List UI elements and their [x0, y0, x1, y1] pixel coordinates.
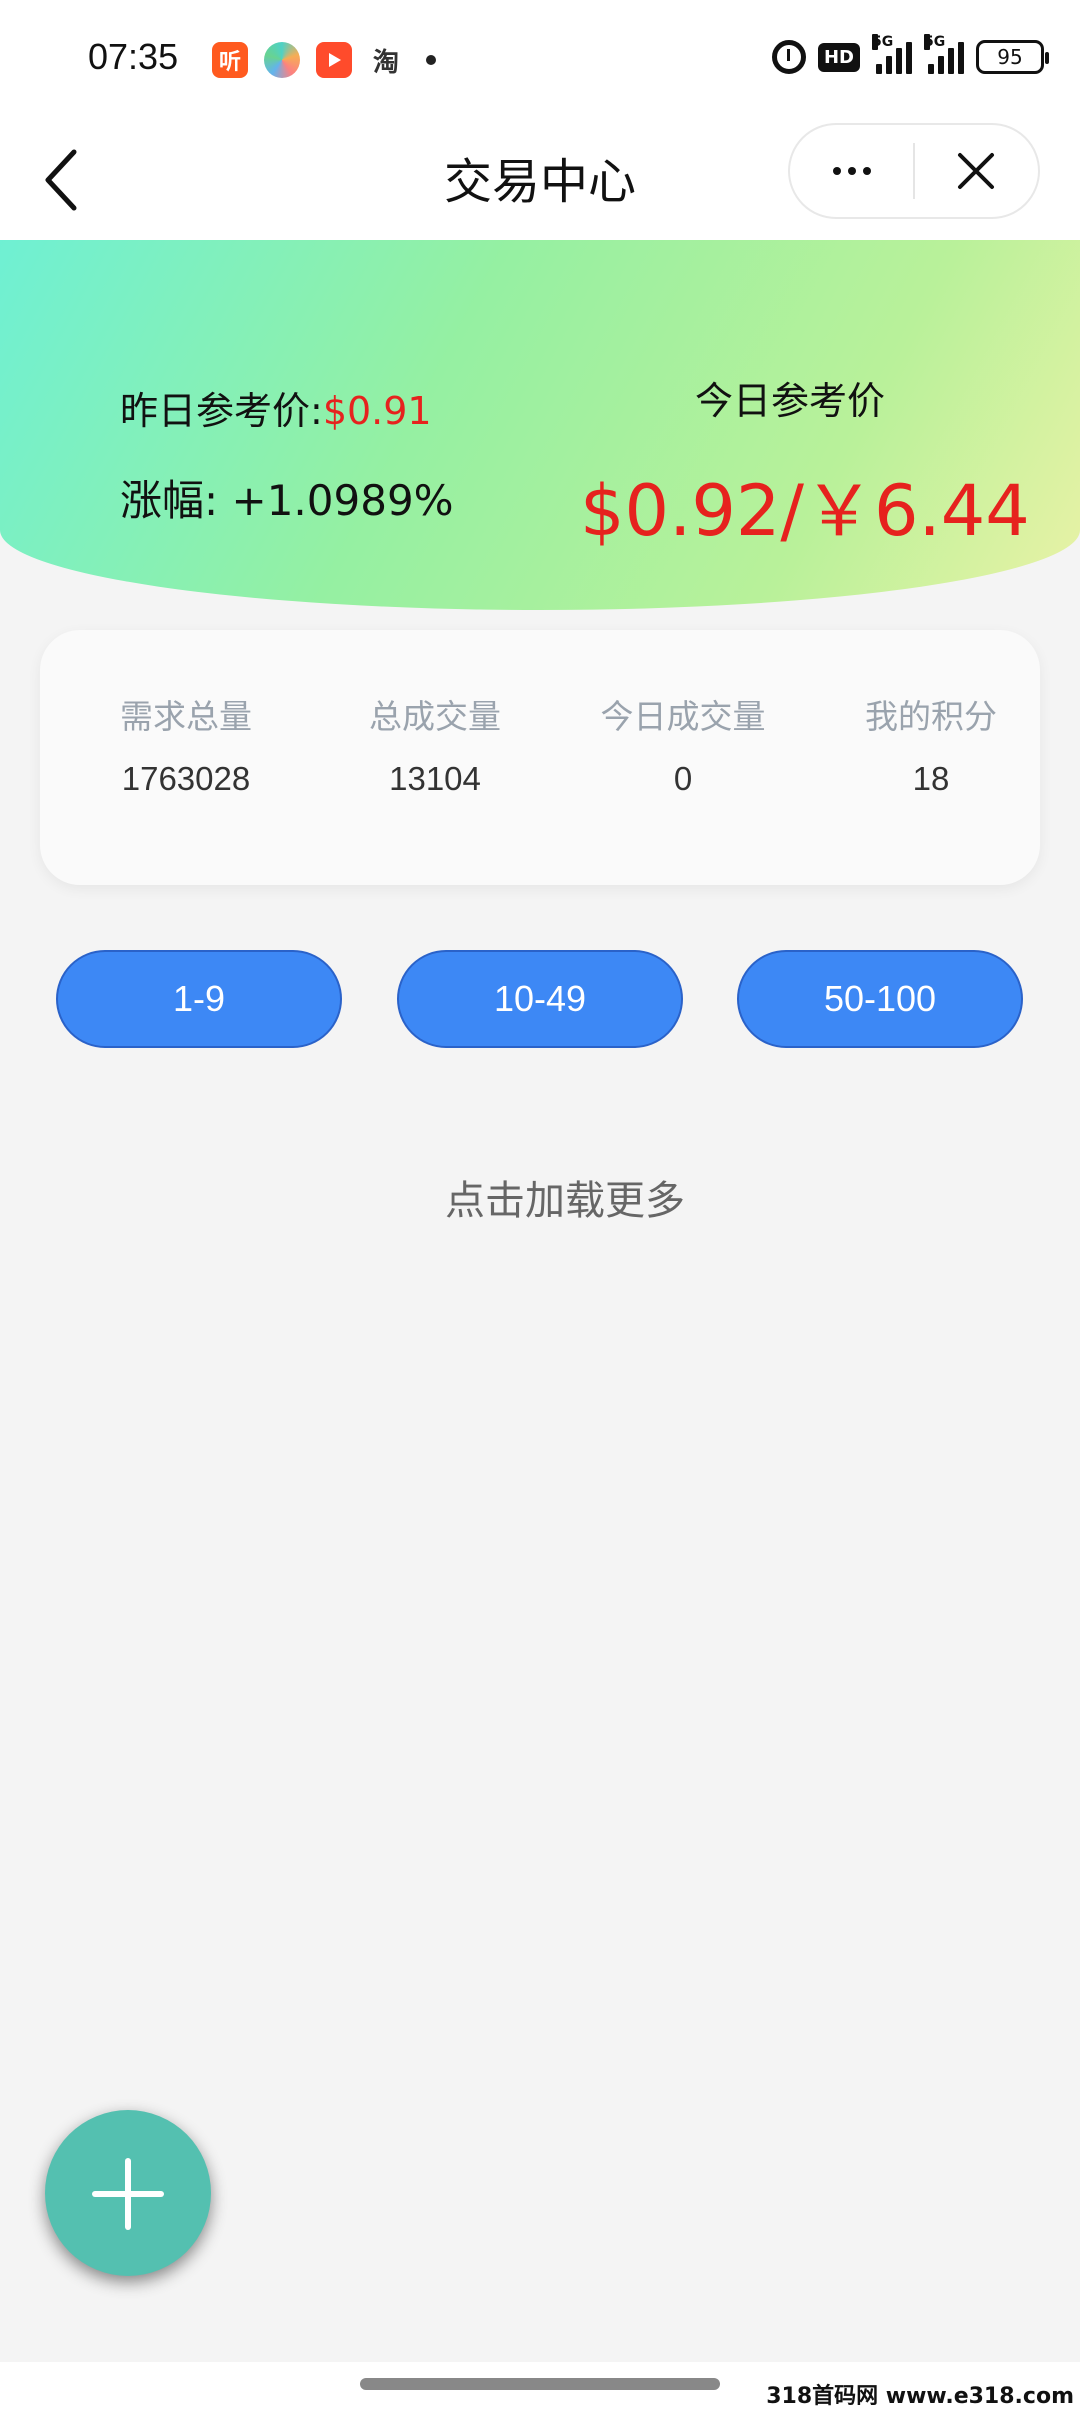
video-app-icon	[316, 42, 352, 78]
status-time: 07:35	[88, 36, 179, 77]
load-more-link[interactable]: 点击加载更多	[0, 1168, 1080, 1226]
stat-label: 今日成交量	[600, 697, 766, 736]
status-app-icons: 听 淘	[212, 42, 436, 78]
yesterday-block: 昨日参考价:$0.91 涨幅: +1.0989%	[120, 380, 454, 528]
signal-icon: 5G	[924, 34, 964, 74]
range-button-50-100[interactable]: 50-100	[737, 950, 1023, 1048]
yesterday-price-label: 昨日参考价:	[120, 389, 323, 433]
battery-level: 95	[997, 45, 1023, 69]
close-icon	[958, 153, 995, 189]
range-button-10-49[interactable]: 10-49	[397, 950, 683, 1048]
trading-center-page: 07:35 听 淘 HD 5G 5G 95 交易中心 昨日参考价:$0.91 涨…	[0, 0, 1080, 2412]
stats-card: 需求总量 1763028 总成交量 13104 今日成交量 0 我的积分 18	[40, 630, 1040, 885]
change-label: 涨幅:	[120, 476, 219, 525]
signal-icon: 5G	[872, 34, 912, 74]
add-fab-button[interactable]	[45, 2110, 211, 2276]
signal-label: 5G	[924, 34, 946, 50]
stat-value: 13104	[389, 760, 481, 797]
change-row: 涨幅: +1.0989%	[120, 467, 454, 528]
bottom-gesture-bar: 318首码网 www.e318.com	[0, 2362, 1080, 2412]
stat-my-points: 我的积分 18	[806, 690, 1056, 798]
home-indicator[interactable]	[360, 2378, 720, 2390]
range-filter-row: 1-9 10-49 50-100	[0, 950, 1080, 1050]
close-button[interactable]	[915, 123, 1038, 219]
price-banner: 昨日参考价:$0.91 涨幅: +1.0989% 今日参考价 $0.92/￥6.…	[0, 240, 1080, 610]
more-button[interactable]	[790, 123, 913, 219]
stat-total-volume: 总成交量 13104	[310, 690, 560, 798]
signal-label: 5G	[872, 34, 894, 50]
taobao-app-icon: 淘	[372, 47, 399, 78]
change-value: +1.0989%	[231, 476, 454, 525]
today-block: 今日参考价 $0.92/￥6.44	[580, 370, 1030, 556]
stat-value: 0	[673, 760, 693, 797]
stat-label: 需求总量	[120, 697, 252, 736]
more-notifications-dot-icon	[426, 55, 436, 65]
battery-icon: 95	[976, 40, 1049, 74]
nav-bar: 交易中心	[0, 120, 1080, 240]
range-button-1-9[interactable]: 1-9	[56, 950, 342, 1048]
stat-label: 总成交量	[369, 697, 501, 736]
today-price-label: 今日参考价	[694, 379, 885, 423]
today-price-value: $0.92/￥6.44	[580, 470, 1030, 552]
stat-total-demand: 需求总量 1763028	[61, 690, 311, 798]
alarm-icon	[771, 40, 806, 74]
mini-program-capsule	[788, 123, 1040, 219]
watermark-text: 318首码网 www.e318.com	[766, 2384, 1074, 2409]
stat-value: 18	[912, 760, 950, 797]
yesterday-price-row: 昨日参考价:$0.91	[120, 380, 454, 435]
listen-app-icon: 听	[212, 42, 248, 78]
status-indicators: HD 5G 5G 95	[771, 34, 1049, 74]
stat-today-volume: 今日成交量 0	[558, 690, 808, 798]
stat-value: 1763028	[121, 760, 251, 797]
colorful-app-icon	[264, 42, 300, 78]
hd-icon: HD	[817, 42, 860, 72]
status-bar: 07:35 听 淘 HD 5G 5G 95	[0, 0, 1080, 120]
more-dots-icon	[832, 167, 871, 175]
yesterday-price-value: $0.91	[322, 389, 432, 433]
stat-label: 我的积分	[865, 697, 997, 736]
